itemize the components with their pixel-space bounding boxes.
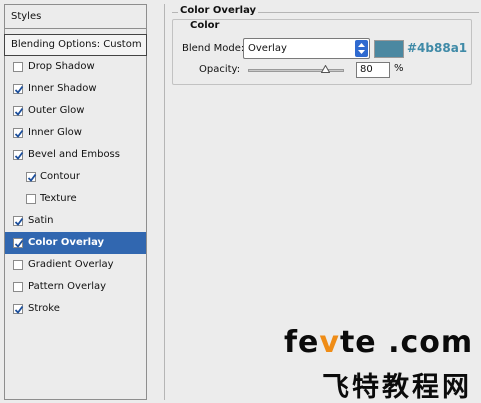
- style-checkbox[interactable]: [13, 128, 24, 138]
- style-item-drop-shadow[interactable]: Drop Shadow: [5, 56, 146, 78]
- style-item-outer-glow[interactable]: Outer Glow: [5, 100, 146, 122]
- style-checkbox[interactable]: [13, 238, 24, 248]
- style-checkbox[interactable]: [13, 84, 24, 94]
- opacity-input[interactable]: 80: [356, 62, 390, 78]
- style-item-color-overlay[interactable]: Color Overlay: [5, 232, 146, 254]
- opacity-unit: %: [394, 63, 404, 74]
- overlay-color-hex: #4b88a1: [407, 41, 468, 55]
- style-item-label: Bevel and Emboss: [28, 149, 120, 160]
- style-item-satin[interactable]: Satin: [5, 210, 146, 232]
- watermark-logo-en: fevte .com: [284, 325, 473, 360]
- style-item-label: Texture: [40, 193, 77, 204]
- watermark-en-prefix: fe: [284, 325, 320, 360]
- select-arrows-icon: [355, 40, 368, 57]
- style-items-list: Drop Shadow Inner Shadow Outer Glow Inner G…: [5, 56, 146, 320]
- style-item-inner-shadow[interactable]: Inner Shadow: [5, 78, 146, 100]
- blend-mode-select[interactable]: Overlay: [243, 38, 370, 59]
- opacity-label: Opacity:: [199, 64, 241, 75]
- style-item-contour[interactable]: Contour: [5, 166, 146, 188]
- style-checkbox[interactable]: [13, 282, 23, 292]
- style-checkbox[interactable]: [26, 172, 37, 182]
- style-item-texture[interactable]: Texture: [5, 188, 146, 210]
- style-checkbox[interactable]: [13, 106, 24, 116]
- styles-list-panel: Styles Blending Options: Custom Drop Sha…: [4, 4, 147, 400]
- style-checkbox[interactable]: [13, 150, 24, 160]
- style-item-pattern-overlay[interactable]: Pattern Overlay: [5, 276, 146, 298]
- watermark-en-v: v: [319, 325, 340, 360]
- style-item-label: Pattern Overlay: [28, 281, 107, 292]
- style-checkbox[interactable]: [13, 62, 23, 72]
- style-checkbox[interactable]: [13, 304, 24, 314]
- style-item-stroke[interactable]: Stroke: [5, 298, 146, 320]
- style-item-label: Drop Shadow: [28, 61, 95, 72]
- style-item-label: Outer Glow: [28, 105, 85, 116]
- style-item-label: Gradient Overlay: [28, 259, 114, 270]
- overlay-color-swatch[interactable]: [374, 40, 404, 58]
- style-item-label: Stroke: [28, 303, 60, 314]
- watermark-logo-cn: 飞特教程网: [322, 372, 472, 403]
- style-item-label: Inner Shadow: [28, 83, 97, 94]
- style-item-gradient-overlay[interactable]: Gradient Overlay: [5, 254, 146, 276]
- style-checkbox[interactable]: [26, 194, 36, 204]
- color-group-title: Color: [188, 20, 222, 31]
- styles-header[interactable]: Styles: [5, 5, 146, 29]
- style-item-label: Contour: [40, 171, 80, 182]
- blending-options-item[interactable]: Blending Options: Custom: [4, 34, 147, 56]
- style-checkbox[interactable]: [13, 260, 23, 270]
- opacity-slider-thumb[interactable]: [320, 64, 331, 73]
- style-item-label: Inner Glow: [28, 127, 82, 138]
- style-item-bevel-and-emboss[interactable]: Bevel and Emboss: [5, 144, 146, 166]
- style-item-label: Satin: [28, 215, 54, 226]
- style-item-label: Color Overlay: [28, 237, 105, 248]
- style-checkbox[interactable]: [13, 216, 24, 226]
- style-item-inner-glow[interactable]: Inner Glow: [5, 122, 146, 144]
- section-title: Color Overlay: [178, 5, 259, 16]
- blend-mode-value: Overlay: [248, 43, 287, 54]
- blend-mode-label: Blend Mode:: [182, 43, 245, 54]
- watermark-en-suffix: te .com: [339, 325, 474, 360]
